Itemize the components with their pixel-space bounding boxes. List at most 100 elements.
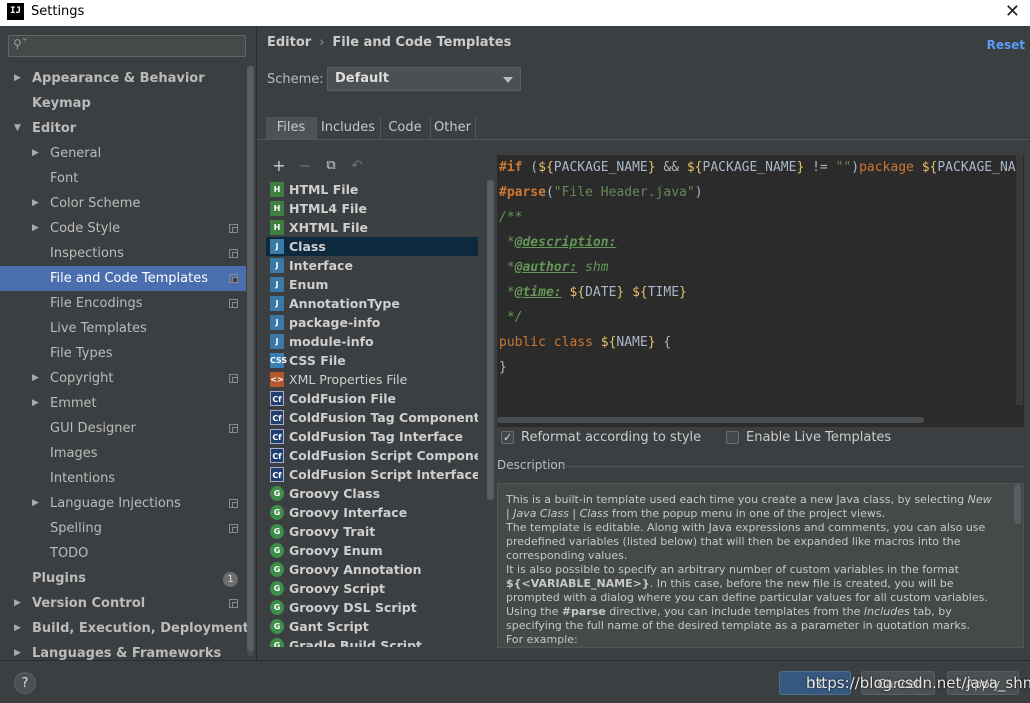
sidebar-item-emmet[interactable]: ▶ Emmet [0,391,246,416]
chevron-right-icon[interactable]: ▶ [14,591,21,616]
description-line: ${<VARIABLE_NAME>}. In this case, before… [506,577,1006,591]
tab-files[interactable]: Files [266,117,317,139]
sidebar-item-inspections[interactable]: Inspections [0,241,246,266]
template-item-coldfusion-tag-component[interactable]: Cf ColdFusion Tag Component [266,408,478,427]
template-item-groovy-interface[interactable]: G Groovy Interface [266,503,478,522]
sidebar-scroll-thumb[interactable] [247,66,254,651]
sidebar-item-file-and-code-templates[interactable]: File and Code Templates [0,266,246,291]
scheme-dropdown[interactable]: Default [327,67,521,91]
remove-template-button[interactable]: − [295,155,315,177]
template-item-xml-properties-file[interactable]: <> XML Properties File [266,370,478,389]
template-item-gant-script[interactable]: G Gant Script [266,617,478,636]
template-item-groovy-class[interactable]: G Groovy Class [266,484,478,503]
template-item-coldfusion-script-interface[interactable]: Cf ColdFusion Script Interface [266,465,478,484]
sidebar-item-label: Spelling [50,521,102,536]
editor-vertical-scrollbar[interactable] [1016,155,1023,405]
sidebar-item-keymap[interactable]: Keymap [0,91,246,116]
sidebar-item-color-scheme[interactable]: ▶ Color Scheme [0,191,246,216]
chevron-right-icon[interactable]: ▶ [32,391,39,416]
template-list-scroll-thumb[interactable] [487,180,494,500]
description-text-run: This is a built-in template used each ti… [506,493,968,506]
sidebar-item-language-injections[interactable]: ▶ Language Injections [0,491,246,516]
code-token: ${ [632,285,648,300]
sidebar-item-general[interactable]: ▶ General [0,141,246,166]
template-item-html-file[interactable]: H HTML File [266,180,478,199]
description-line: | Java Class | Class from the popup menu… [506,507,1006,521]
sidebar-item-live-templates[interactable]: Live Templates [0,316,246,341]
sidebar-item-editor[interactable]: ▼ Editor [0,116,246,141]
tab-includes[interactable]: Includes [316,117,381,139]
files-tab-pane: + − ⧉ ↶ H HTML File H HTML4 File H XHTML File… [257,140,1030,660]
template-list-scrollbar[interactable] [487,180,494,647]
template-item-label: Groovy Interface [289,505,408,520]
sidebar-item-appearance-behavior[interactable]: ▶ Appearance & Behavior [0,66,246,91]
description-panel[interactable]: This is a built-in template used each ti… [497,483,1024,648]
reset-link[interactable]: Reset [987,38,1025,52]
template-code-editor[interactable]: } public class ${NAME} { */ *@time: ${DAT… [497,155,1024,427]
template-item-html4-file[interactable]: H HTML4 File [266,199,478,218]
breadcrumb-parent[interactable]: Editor [267,35,311,50]
chevron-right-icon[interactable]: ▶ [32,141,39,166]
template-item-groovy-trait[interactable]: G Groovy Trait [266,522,478,541]
cf-file-icon: Cf [270,391,284,406]
chevron-right-icon[interactable]: ▶ [32,191,39,216]
template-item-package-info[interactable]: Jpackage-info [266,313,478,332]
template-item-annotationtype[interactable]: J AnnotationType [266,294,478,313]
sidebar-item-intentions[interactable]: Intentions [0,466,246,491]
chevron-right-icon[interactable]: ▶ [32,491,39,516]
breadcrumb: Editor › File and Code Templates [267,35,511,50]
sidebar-item-gui-designer[interactable]: GUI Designer [0,416,246,441]
reset-template-button[interactable]: ↶ [347,155,367,177]
sidebar-item-spelling[interactable]: Spelling [0,516,246,541]
template-item-coldfusion-script-component[interactable]: Cf ColdFusion Script Component [266,446,478,465]
project-settings-icon [229,424,238,433]
live-templates-checkbox-box[interactable] [726,431,739,444]
add-template-button[interactable]: + [269,155,289,177]
template-item-coldfusion-tag-interface[interactable]: Cf ColdFusion Tag Interface [266,427,478,446]
chevron-right-icon[interactable]: ▶ [14,616,21,641]
chevron-right-icon[interactable]: ▶ [32,216,39,241]
code-token: ${ [600,335,617,350]
reformat-checkbox-box[interactable] [501,429,514,447]
chevron-right-icon[interactable]: ▶ [32,366,39,391]
template-item-groovy-dsl-script[interactable]: G Groovy DSL Script [266,598,478,617]
sidebar-item-file-encodings[interactable]: File Encodings [0,291,246,316]
template-item-gradle-build-script[interactable]: G Gradle Build Script [266,636,478,647]
template-item-css-file[interactable]: CSS CSS File [266,351,478,370]
sidebar-item-plugins[interactable]: Plugins 1 [0,566,246,591]
scheme-value: Default [335,71,389,86]
sidebar-item-images[interactable]: Images [0,441,246,466]
sidebar-scrollbar[interactable] [247,66,254,656]
sidebar-item-label: Version Control [32,596,146,611]
template-item-groovy-script[interactable]: G Groovy Script [266,579,478,598]
description-scrollbar[interactable] [1014,484,1021,524]
sidebar-item-version-control[interactable]: ▶ Version Control [0,591,246,616]
sidebar-item-file-types[interactable]: File Types [0,341,246,366]
chevron-right-icon[interactable]: ▶ [14,66,21,91]
copy-template-button[interactable]: ⧉ [321,155,341,177]
search-input[interactable] [31,37,245,57]
template-item-enum[interactable]: J Enum [266,275,478,294]
help-button[interactable]: ? [14,672,36,694]
close-icon[interactable]: ✕ [1005,1,1020,22]
template-item-coldfusion-file[interactable]: Cf ColdFusion File [266,389,478,408]
tab-code[interactable]: Code [380,117,431,139]
editor-horizontal-scrollbar[interactable] [497,417,924,423]
code-token: } [647,335,656,350]
chevron-down-icon[interactable]: ▼ [14,116,21,141]
sidebar-item-font[interactable]: Font [0,166,246,191]
template-item-class[interactable]: J Class [266,237,478,256]
template-item-groovy-enum[interactable]: G Groovy Enum [266,541,478,560]
template-item-label: XML Properties File [289,372,408,387]
sidebar-item-copyright[interactable]: ▶ Copyright [0,366,246,391]
sidebar-item-code-style[interactable]: ▶ Code Style [0,216,246,241]
template-item-groovy-annotation[interactable]: G Groovy Annotation [266,560,478,579]
tab-other[interactable]: Other [430,117,476,139]
settings-search-box[interactable]: ⚲ˇ [8,35,246,57]
sidebar-item-build-execution-deployment[interactable]: ▶ Build, Execution, Deployment [0,616,249,641]
template-item-xhtml-file[interactable]: H XHTML File [266,218,478,237]
template-item-module-info[interactable]: Jmodule-info [266,332,478,351]
sidebar-item-todo[interactable]: TODO [0,541,246,566]
template-item-interface[interactable]: J Interface [266,256,478,275]
description-text-run: For example: [506,633,578,646]
